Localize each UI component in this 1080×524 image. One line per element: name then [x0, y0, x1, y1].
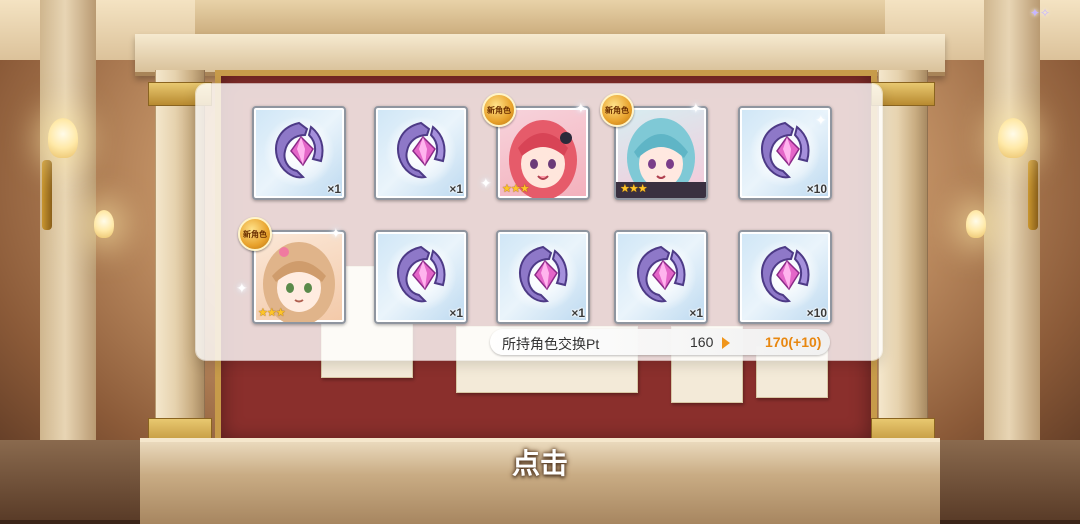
- sparkle: ✦: [330, 225, 342, 241]
- exchange-points-bar: 所持角色交换Pt 160 170(+10): [490, 329, 830, 355]
- reward-card[interactable]: ×10: [738, 230, 832, 324]
- crystal-amulet-icon: [761, 245, 810, 303]
- quantity-label: ×1: [689, 306, 703, 320]
- points-new-value: 170(+10): [765, 334, 822, 350]
- quantity-label: ×10: [806, 306, 827, 320]
- rarity-stars: ★★★: [620, 183, 648, 195]
- wall-lamp-right-small: [966, 210, 986, 238]
- sparkle: ✦: [480, 175, 492, 191]
- new-character-badge: 新角色: [600, 93, 634, 127]
- rarity-stars: ★★★: [502, 183, 530, 195]
- crystal-amulet-icon: [519, 245, 568, 303]
- wall-lamp-left: [48, 118, 78, 158]
- sparkle: ✦: [690, 100, 702, 116]
- quantity-label: ×1: [571, 306, 585, 320]
- sparkle: ✦: [575, 100, 587, 116]
- lamp-arm: [1028, 160, 1038, 230]
- quantity-label: ×1: [327, 182, 341, 196]
- crystal-amulet-icon: [397, 121, 446, 179]
- crystal-amulet-icon: [761, 121, 810, 179]
- new-character-badge: 新角色: [238, 217, 272, 251]
- rarity-stars: ★★★: [258, 307, 286, 319]
- wall-lamp-right: [998, 118, 1028, 158]
- reward-card[interactable]: ×1: [496, 230, 590, 324]
- crystal-amulet-icon: [275, 121, 324, 179]
- reward-card[interactable]: ×1: [252, 106, 346, 200]
- quantity-label: ×10: [806, 182, 827, 196]
- tap-to-continue[interactable]: 点击: [0, 442, 1080, 482]
- arrow-right-icon: [722, 337, 730, 349]
- new-character-badge: 新角色: [482, 93, 516, 127]
- points-label: 所持角色交换Pt: [502, 336, 600, 352]
- lamp-arm: [42, 160, 52, 230]
- quantity-label: ×1: [449, 306, 463, 320]
- wall-lamp-left-small: [94, 210, 114, 238]
- crystal-amulet-icon: [397, 245, 446, 303]
- sparkle: ✦: [815, 112, 827, 128]
- reward-card[interactable]: ×1: [374, 106, 468, 200]
- reward-card[interactable]: ×1: [614, 230, 708, 324]
- crystal-amulet-icon: [637, 245, 686, 303]
- sparkle-deco: ✦✧: [1029, 6, 1050, 20]
- sparkle: ✦: [236, 280, 248, 296]
- quantity-label: ×1: [449, 182, 463, 196]
- points-old-value: 160: [690, 334, 714, 350]
- reward-card[interactable]: ×1: [374, 230, 468, 324]
- pillar-right: [871, 70, 935, 450]
